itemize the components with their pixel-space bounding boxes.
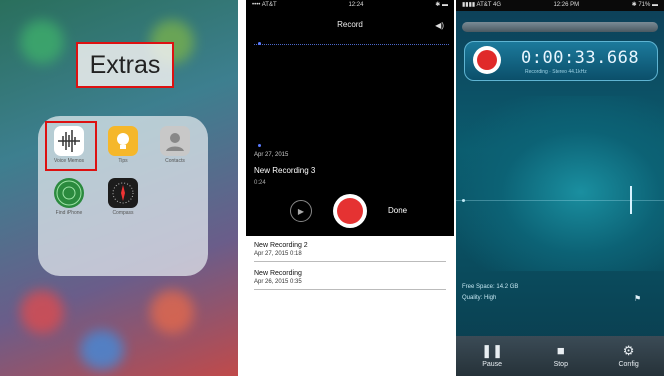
gear-icon: ⚙ bbox=[622, 343, 635, 358]
panel-divider bbox=[238, 0, 246, 376]
config-label: Config bbox=[618, 361, 639, 368]
battery-text: ✱ ▬ bbox=[435, 2, 448, 8]
start-marker-dot bbox=[462, 199, 465, 202]
background-app-blur bbox=[150, 290, 194, 334]
status-bar: ▮▮▮▮ AT&T 4G 12:26 PM ✱ 71% ▬ bbox=[456, 0, 664, 11]
recording-duration: 0:24 bbox=[254, 180, 266, 186]
battery-text: ✱ 71% ▬ bbox=[631, 2, 658, 8]
free-space-text: Free Space: 14.2 GB bbox=[462, 284, 519, 290]
bottom-toolbar: ❚❚ Pause ■ Stop ⚙ Config bbox=[456, 336, 664, 376]
playhead-marker[interactable] bbox=[630, 186, 632, 214]
carrier-text: ▮▮▮▮ AT&T 4G bbox=[462, 2, 501, 8]
list-item-title: New Recording 2 bbox=[254, 242, 308, 249]
compass-icon bbox=[108, 178, 138, 208]
page-title: Record bbox=[337, 20, 363, 29]
voice-memos-screen: •••• AT&T 12:24 ✱ ▬ Record ◀︎) Apr 27, 2… bbox=[246, 0, 454, 376]
carrier-text: •••• AT&T bbox=[252, 2, 277, 8]
recording-meta: Recording · Stereo 44.1kHz bbox=[525, 69, 587, 75]
app-compass[interactable]: Compass bbox=[104, 178, 142, 216]
home-screen-panel: Extras Voice Memos Tips Contacts Find iP… bbox=[0, 0, 238, 376]
quality-text: Quality: High bbox=[462, 295, 497, 301]
stop-button[interactable]: ■ Stop bbox=[553, 343, 568, 369]
recording-panel: 0:00:33.668 Recording · Stereo 44.1kHz bbox=[464, 41, 658, 81]
app-label: Compass bbox=[112, 210, 134, 216]
app-label: Tips bbox=[118, 158, 128, 164]
list-item[interactable]: New Recording 2 Apr 27, 2015 0:18 bbox=[254, 242, 446, 262]
speaker-icon[interactable]: ◀︎) bbox=[435, 21, 444, 30]
tips-icon bbox=[108, 126, 138, 156]
pause-label: Pause bbox=[482, 361, 503, 368]
find-iphone-icon bbox=[54, 178, 84, 208]
background-app-blur bbox=[80, 330, 124, 370]
list-item[interactable]: New Recording Apr 26, 2015 0:35 bbox=[254, 270, 446, 290]
status-time: 12:24 bbox=[348, 2, 364, 8]
waveform-area bbox=[456, 96, 664, 271]
app-contacts[interactable]: Contacts bbox=[156, 126, 194, 164]
done-button[interactable]: Done bbox=[388, 206, 407, 215]
status-time: 12:26 PM bbox=[553, 2, 580, 8]
play-icon: ▶ bbox=[297, 206, 305, 216]
contacts-icon bbox=[160, 126, 190, 156]
waveform-centerline bbox=[456, 200, 664, 201]
recordings-list: New Recording 2 Apr 27, 2015 0:18 New Re… bbox=[246, 236, 454, 376]
background-app-blur bbox=[20, 20, 64, 64]
voice-memos-highlight bbox=[45, 121, 97, 171]
playhead-dot[interactable] bbox=[258, 42, 261, 45]
waveform-track bbox=[254, 44, 449, 46]
record-icon bbox=[337, 198, 363, 224]
record-button[interactable] bbox=[473, 46, 501, 74]
list-item-title: New Recording bbox=[254, 270, 302, 277]
recording-name[interactable]: New Recording 3 bbox=[254, 166, 315, 175]
app-label: Contacts bbox=[165, 158, 185, 164]
config-button[interactable]: ⚙ Config bbox=[618, 343, 639, 369]
list-item-subtitle: Apr 27, 2015 0:18 bbox=[254, 251, 302, 257]
folder-name-label: Extras bbox=[76, 42, 174, 88]
level-meter-bar bbox=[462, 22, 658, 32]
stop-icon: ■ bbox=[556, 343, 565, 358]
app-label: Find iPhone bbox=[55, 210, 83, 216]
play-button[interactable]: ▶ bbox=[290, 200, 312, 222]
recording-date: Apr 27, 2015 bbox=[254, 152, 289, 158]
recording-marker-dot bbox=[258, 144, 261, 147]
stop-label: Stop bbox=[553, 361, 568, 368]
record-icon bbox=[477, 50, 497, 70]
background-app-blur bbox=[20, 290, 64, 334]
pause-button[interactable]: ❚❚ Pause bbox=[481, 343, 504, 369]
elapsed-timer: 0:00:33.668 bbox=[521, 48, 640, 68]
marker-flag-icon[interactable]: ⚑ bbox=[634, 294, 641, 303]
record-button[interactable] bbox=[333, 194, 367, 228]
recorder-app-screen: ▮▮▮▮ AT&T 4G 12:26 PM ✱ 71% ▬ 0:00:33.66… bbox=[456, 0, 664, 376]
panel-divider bbox=[454, 0, 456, 376]
status-bar: •••• AT&T 12:24 ✱ ▬ bbox=[246, 0, 454, 10]
app-find-iphone[interactable]: Find iPhone bbox=[50, 178, 88, 216]
list-item-subtitle: Apr 26, 2015 0:35 bbox=[254, 279, 302, 285]
pause-icon: ❚❚ bbox=[481, 343, 504, 358]
app-tips[interactable]: Tips bbox=[104, 126, 142, 164]
